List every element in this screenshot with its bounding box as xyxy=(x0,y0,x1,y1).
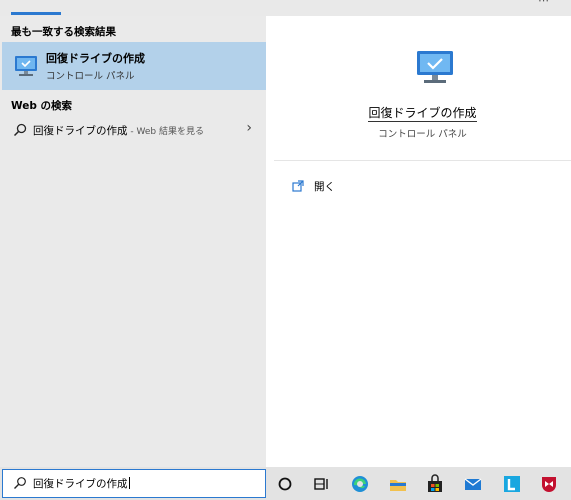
preview-subtitle: コントロール パネル xyxy=(378,129,467,140)
open-action[interactable]: 開く xyxy=(292,178,412,196)
best-match-item[interactable]: 回復ドライブの作成 コントロール パネル xyxy=(2,42,266,90)
edge-icon[interactable] xyxy=(349,473,371,495)
search-icon xyxy=(14,477,26,489)
search-query-text: 回復ドライブの作成 xyxy=(33,478,128,490)
web-search-heading: Web の検索 xyxy=(11,100,73,112)
web-search-item[interactable]: 回復ドライブの作成 - Web 結果を見る › xyxy=(2,118,266,142)
task-view-icon[interactable] xyxy=(310,473,332,495)
divider xyxy=(274,160,571,161)
mail-icon[interactable] xyxy=(462,473,484,495)
cortana-icon[interactable] xyxy=(274,473,296,495)
best-match-subtitle: コントロール パネル xyxy=(46,71,135,82)
mcafee-icon[interactable] xyxy=(538,473,560,495)
preview-pane: 回復ドライブの作成 コントロール パネル 開く xyxy=(274,26,571,467)
l-app-icon[interactable] xyxy=(501,473,523,495)
file-explorer-icon[interactable] xyxy=(387,473,409,495)
results-pane: 最も一致する検索結果 回復ドライブの作成 コントロール パネル Web の検索 … xyxy=(0,16,266,467)
best-match-heading: 最も一致する検索結果 xyxy=(11,26,116,38)
search-query: 回復ドライブの作成 xyxy=(33,476,130,491)
chevron-right-icon[interactable]: › xyxy=(246,120,252,136)
web-search-suffix: - Web 結果を見る xyxy=(127,127,204,137)
monitor-icon xyxy=(15,56,37,76)
best-match-title: 回復ドライブの作成 xyxy=(46,52,145,65)
preview-title-wrap[interactable]: 回復ドライブの作成 xyxy=(274,104,571,122)
search-tabs-bar: ⋯ xyxy=(0,0,571,16)
active-tab-indicator xyxy=(11,12,61,15)
web-search-title: 回復ドライブの作成 xyxy=(33,125,128,137)
preview-title[interactable]: 回復ドライブの作成 xyxy=(368,106,477,122)
search-icon xyxy=(13,123,27,137)
store-icon[interactable] xyxy=(424,473,446,495)
web-search-text: 回復ドライブの作成 - Web 結果を見る xyxy=(33,123,204,138)
open-label: 開く xyxy=(314,181,335,193)
open-icon xyxy=(292,180,304,192)
text-caret xyxy=(128,477,130,489)
search-input[interactable]: 回復ドライブの作成 xyxy=(2,469,266,498)
monitor-icon xyxy=(417,51,453,83)
more-options-icon[interactable]: ⋯ xyxy=(538,0,549,7)
taskbar: 回復ドライブの作成 xyxy=(0,467,571,500)
